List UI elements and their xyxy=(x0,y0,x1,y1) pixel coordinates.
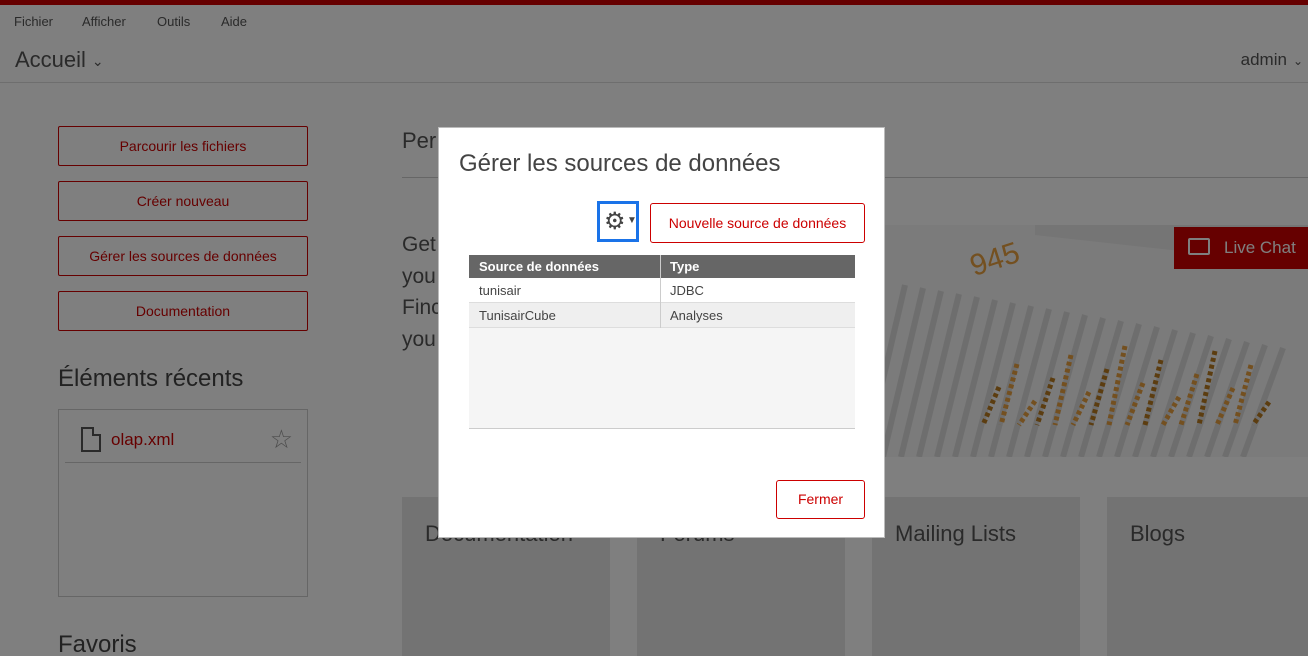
table-row[interactable]: tunisair JDBC xyxy=(469,278,855,303)
datasource-type: Analyses xyxy=(670,308,723,323)
dialog-title: Gérer les sources de données xyxy=(459,150,781,177)
datasource-table: Source de données Type tunisair JDBC Tun… xyxy=(469,255,855,429)
datasource-name: TunisairCube xyxy=(479,308,556,323)
table-header: Source de données Type xyxy=(469,255,855,278)
datasource-type: JDBC xyxy=(670,283,704,298)
manage-datasources-dialog: Gérer les sources de données ⚙ ▼ Nouvell… xyxy=(438,127,885,538)
new-datasource-button[interactable]: Nouvelle source de données xyxy=(650,203,865,243)
datasource-name: tunisair xyxy=(479,283,521,298)
gear-icon: ⚙ xyxy=(604,208,626,235)
table-row[interactable]: TunisairCube Analyses xyxy=(469,303,855,328)
column-header-source[interactable]: Source de données xyxy=(479,259,599,274)
chevron-down-icon: ▼ xyxy=(627,215,637,226)
settings-menu-button[interactable]: ⚙ ▼ xyxy=(597,201,639,242)
column-divider xyxy=(660,255,661,328)
column-header-type[interactable]: Type xyxy=(670,259,699,274)
close-button[interactable]: Fermer xyxy=(776,480,865,519)
